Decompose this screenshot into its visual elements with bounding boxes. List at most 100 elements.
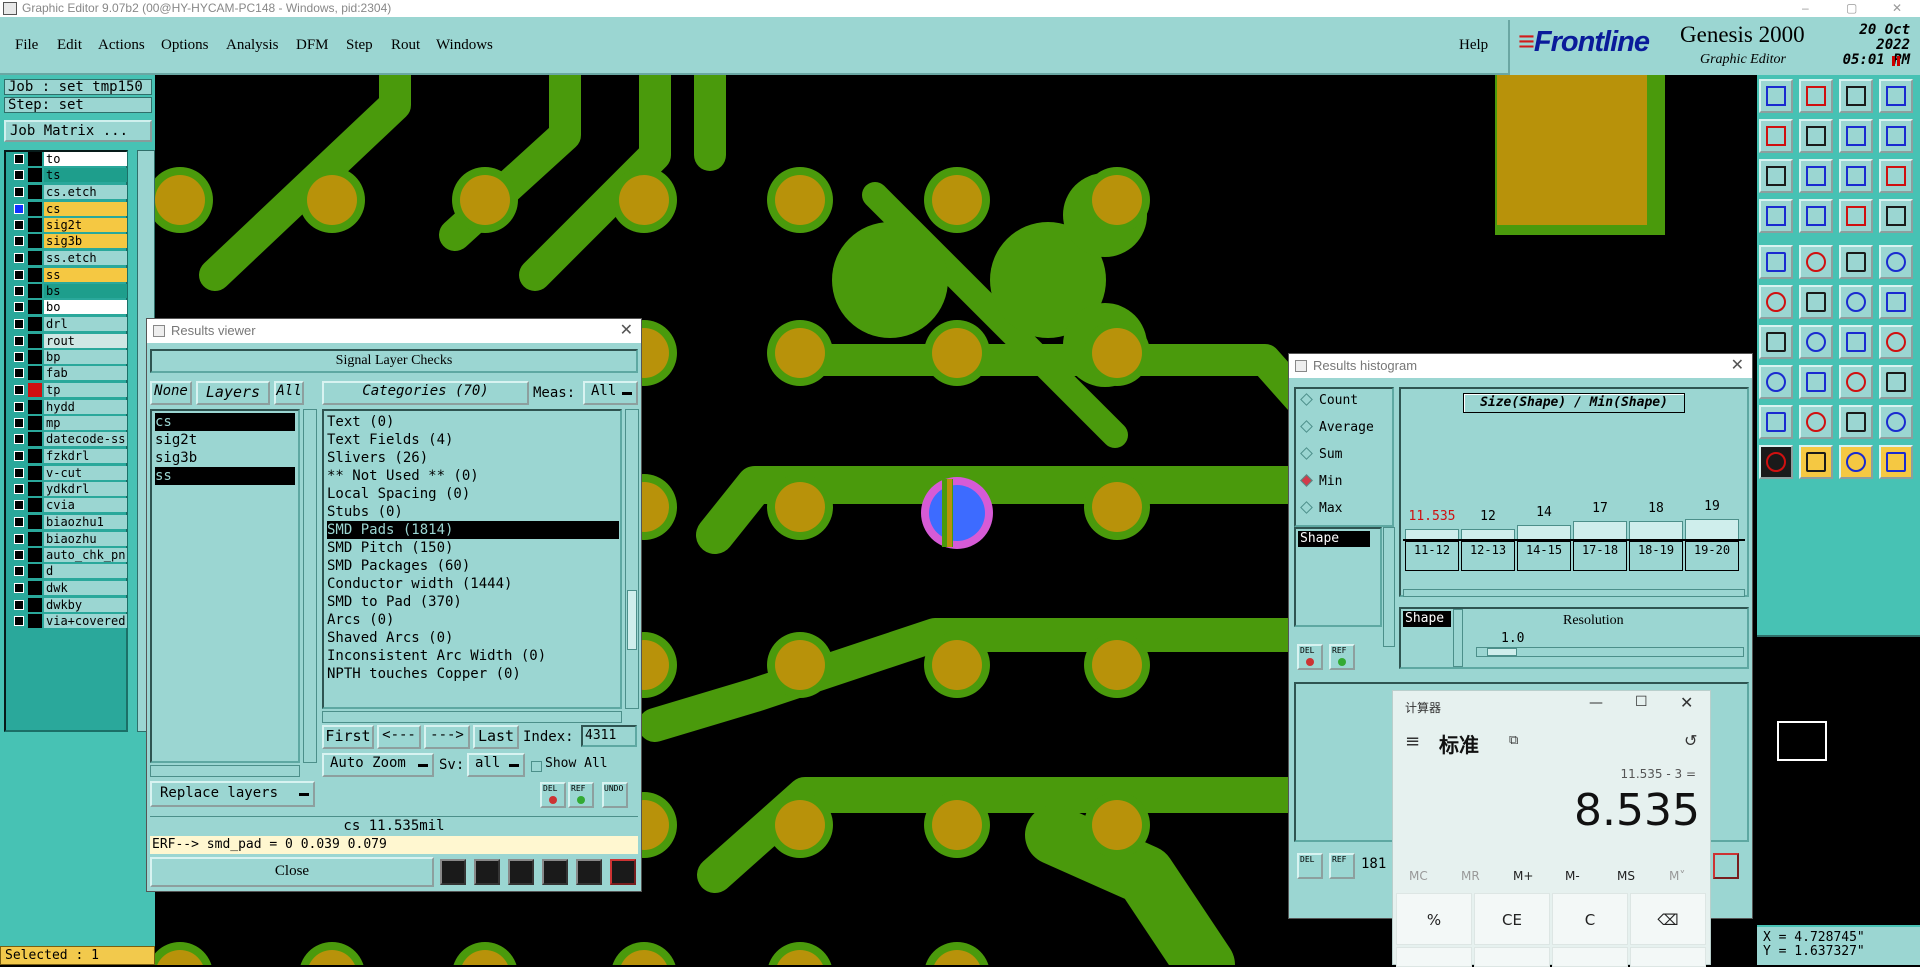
calc-key[interactable] — [1396, 947, 1472, 967]
layer-row[interactable]: to — [8, 152, 127, 166]
histogram-icon[interactable] — [610, 859, 636, 885]
layer-checkbox[interactable] — [14, 236, 24, 246]
layer-name[interactable]: mp — [44, 416, 127, 430]
layer-checkbox[interactable] — [14, 385, 24, 395]
category-item[interactable]: SMD Pads (1814) — [327, 521, 619, 539]
layer-name[interactable]: bp — [44, 350, 127, 364]
toolbar-tool-icon[interactable] — [1879, 405, 1913, 439]
layer-color-swatch[interactable] — [28, 317, 42, 331]
layer-checkbox[interactable] — [14, 302, 24, 312]
layer-name[interactable]: v-cut — [44, 466, 127, 480]
category-item[interactable]: NPTH touches Copper (0) — [327, 665, 619, 683]
toolbar-tool-icon[interactable] — [1839, 119, 1873, 153]
layer-row[interactable]: cs.etch — [8, 185, 127, 199]
category-item[interactable]: Shaved Arcs (0) — [327, 629, 619, 647]
layer-checkbox[interactable] — [14, 517, 24, 527]
toolbar-tool-icon[interactable] — [1799, 445, 1833, 479]
layer-checkbox[interactable] — [14, 336, 24, 346]
layer-name[interactable]: ts — [44, 168, 127, 182]
maximize-icon[interactable]: ☐ — [1635, 694, 1648, 710]
layer-checkbox[interactable] — [14, 204, 24, 214]
calc-key[interactable]: ⌫ — [1630, 893, 1706, 945]
layer-name[interactable]: via+covered — [44, 614, 127, 628]
layer-name[interactable]: biaozhu1 — [44, 515, 127, 529]
toolbar-tool-icon[interactable] — [1799, 405, 1833, 439]
toolbar-tool-icon[interactable] — [1839, 445, 1873, 479]
layer-row[interactable]: cs — [8, 202, 127, 216]
layer-name[interactable]: ss — [44, 268, 127, 282]
layer-checkbox[interactable] — [14, 418, 24, 428]
maximize-button[interactable]: ▢ — [1846, 0, 1857, 17]
radio-icon[interactable] — [1300, 393, 1313, 406]
menu-edit[interactable]: Edit — [57, 37, 82, 54]
category-item[interactable]: Inconsistent Arc Width (0) — [327, 647, 619, 665]
histogram-bar[interactable] — [1573, 521, 1627, 539]
menu-dfm[interactable]: DFM — [296, 37, 329, 54]
layer-row[interactable]: dwkby — [8, 598, 127, 612]
layer-name[interactable]: bo — [44, 300, 127, 314]
layer-checkbox[interactable] — [14, 270, 24, 280]
toolbar-tool-icon[interactable] — [1799, 285, 1833, 319]
tool-icon-5[interactable] — [576, 859, 602, 885]
menu-help[interactable]: Help — [1459, 37, 1488, 54]
toolbar-tool-icon[interactable] — [1759, 119, 1793, 153]
toolbar-tool-icon[interactable] — [1839, 285, 1873, 319]
layer-color-swatch[interactable] — [28, 532, 42, 546]
shape-vscroll[interactable] — [1383, 527, 1395, 647]
toolbar-tool-icon[interactable] — [1759, 79, 1793, 113]
layer-color-swatch[interactable] — [28, 268, 42, 282]
meas-select[interactable]: All — [583, 381, 638, 405]
layer-list-vscroll[interactable] — [303, 409, 317, 763]
layers-button[interactable]: Layers — [196, 381, 270, 405]
memory-button[interactable]: M˅ — [1669, 869, 1685, 883]
layer-list[interactable]: to ts cs.etch cs sig2t sig3b ss.etch ss bs bo drl r… — [4, 150, 128, 732]
via-drill[interactable] — [1092, 175, 1142, 225]
tool-icon-1[interactable] — [440, 859, 466, 885]
toolbar-tool-icon[interactable] — [1799, 79, 1833, 113]
layer-name[interactable]: cs — [44, 202, 127, 216]
layer-name[interactable]: tp — [44, 383, 127, 397]
via-drill[interactable] — [775, 175, 825, 225]
layer-color-swatch[interactable] — [28, 564, 42, 578]
layer-color-swatch[interactable] — [28, 614, 42, 628]
via-drill[interactable] — [1092, 800, 1142, 850]
memory-button[interactable]: M+ — [1513, 869, 1533, 883]
category-item[interactable]: SMD Packages (60) — [327, 557, 619, 575]
layer-color-swatch[interactable] — [28, 598, 42, 612]
toolbar-tool-icon[interactable] — [1839, 245, 1873, 279]
layer-row[interactable]: mp — [8, 416, 127, 430]
layer-checkbox[interactable] — [14, 434, 24, 444]
close-icon[interactable]: ✕ — [620, 319, 633, 343]
layer-row[interactable]: auto_chk_pn — [8, 548, 127, 562]
layer-row[interactable]: fzkdrl — [8, 449, 127, 463]
layer-name[interactable]: cvia — [44, 498, 127, 512]
histogram-bar[interactable] — [1461, 529, 1515, 539]
toolbar-tool-icon[interactable] — [1879, 365, 1913, 399]
via-drill[interactable] — [775, 800, 825, 850]
toolbar-tool-icon[interactable] — [1799, 119, 1833, 153]
layer-row[interactable]: biaozhu — [8, 532, 127, 546]
layer-row[interactable]: bs — [8, 284, 127, 298]
via-drill[interactable] — [619, 175, 669, 225]
layer-color-swatch[interactable] — [28, 515, 42, 529]
layer-checkbox[interactable] — [14, 451, 24, 461]
via-drill[interactable] — [460, 175, 510, 225]
layer-row[interactable]: v-cut — [8, 466, 127, 480]
memory-button[interactable]: MS — [1617, 869, 1635, 883]
toolbar-tool-icon[interactable] — [1759, 159, 1793, 193]
index-field[interactable]: 4311 — [581, 725, 637, 747]
layer-checkbox[interactable] — [14, 170, 24, 180]
category-item[interactable]: Local Spacing (0) — [327, 485, 619, 503]
toolbar-tool-icon[interactable] — [1839, 325, 1873, 359]
next-button[interactable]: ---> — [424, 725, 470, 749]
category-item[interactable]: Conductor width (1444) — [327, 575, 619, 593]
layer-row[interactable]: bo — [8, 300, 127, 314]
ref-icon[interactable]: REF — [568, 782, 594, 808]
chart-hscroll[interactable] — [1403, 589, 1745, 597]
layer-color-swatch[interactable] — [28, 234, 42, 248]
layer-checkbox[interactable] — [14, 500, 24, 510]
toolbar-tool-icon[interactable] — [1879, 119, 1913, 153]
layer-checkbox[interactable] — [14, 154, 24, 164]
memory-button[interactable]: MC — [1409, 869, 1428, 883]
histogram-bar[interactable] — [1629, 521, 1683, 539]
